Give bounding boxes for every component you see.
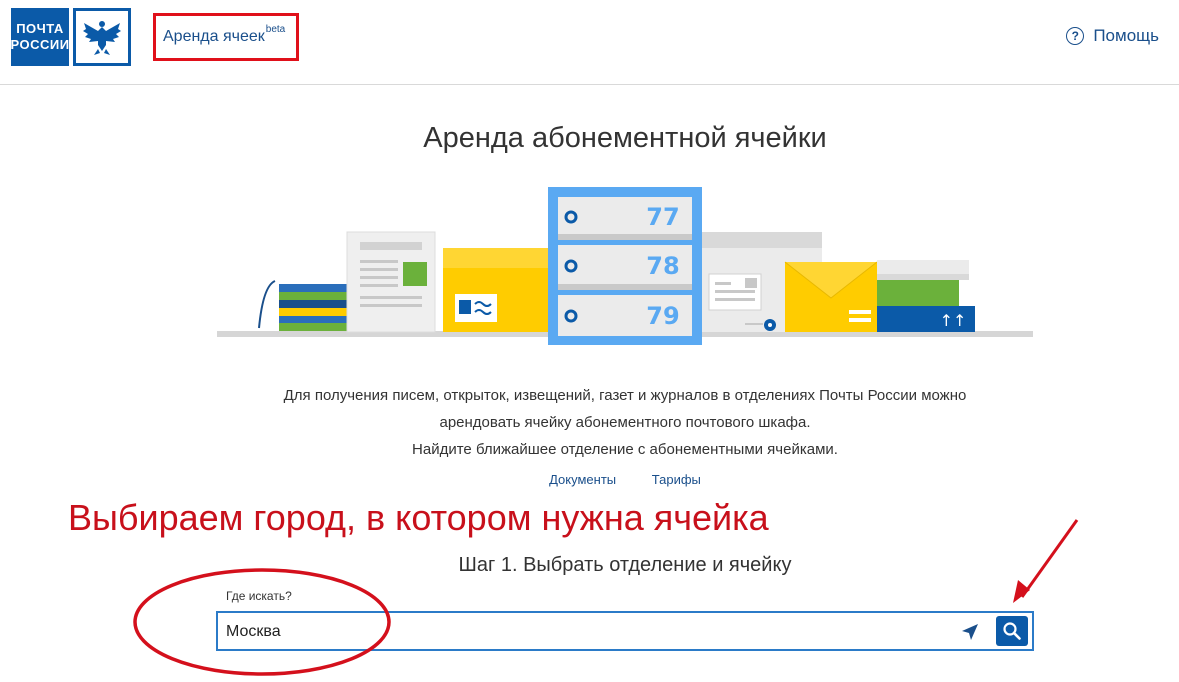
search-label: Где искать? xyxy=(226,589,292,603)
logo[interactable]: ПОЧТА РОССИИ xyxy=(10,8,70,66)
service-link-label: Аренда ячеек xyxy=(163,28,265,45)
step-title: Шаг 1. Выбрать отделение и ячейку xyxy=(458,554,792,576)
annotation-arrowhead xyxy=(1013,580,1030,603)
box-number-78: 78 xyxy=(646,252,679,280)
annotation-text: Выбираем город, в котором нужна ячейка xyxy=(68,497,769,538)
description-line-2: арендовать ячейку абонементного почтовог… xyxy=(439,414,811,431)
box-number-77: 77 xyxy=(646,203,679,231)
box-number-79: 79 xyxy=(646,302,679,330)
logo-line2: РОССИИ xyxy=(10,37,70,52)
search-icon xyxy=(1003,622,1021,640)
help-label: Помощь xyxy=(1093,26,1159,45)
location-arrow-icon[interactable] xyxy=(958,620,982,644)
service-link[interactable]: Аренда ячеекbeta xyxy=(163,24,285,46)
page-title: Аренда абонементной ячейки xyxy=(423,122,827,154)
header: ПОЧТА РОССИИ Аренда ячеекbeta ? Помощь xyxy=(0,0,1179,85)
svg-text:↑↑: ↑↑ xyxy=(940,311,967,330)
logo-line1: ПОЧТА xyxy=(16,21,64,36)
eagle-logo-icon[interactable] xyxy=(73,8,131,66)
description: Для получения писем, открыток, извещений… xyxy=(0,382,1179,463)
search-input[interactable]: Москва xyxy=(216,611,1034,651)
documents-link[interactable]: Документы xyxy=(549,472,616,487)
beta-badge: beta xyxy=(265,24,286,35)
search-value: Москва xyxy=(226,623,281,640)
description-line-3: Найдите ближайшее отделение с абонементн… xyxy=(412,441,838,458)
help-link[interactable]: ? Помощь xyxy=(1066,26,1159,46)
search-button[interactable] xyxy=(996,616,1028,646)
mailbox-illustration: 77 78 79 ↑↑ xyxy=(217,187,1033,345)
question-icon: ? xyxy=(1066,27,1085,45)
description-line-1: Для получения писем, открыток, извещений… xyxy=(283,387,967,404)
info-links: Документы Тарифы xyxy=(0,472,1179,487)
tariffs-link[interactable]: Тарифы xyxy=(652,472,701,487)
